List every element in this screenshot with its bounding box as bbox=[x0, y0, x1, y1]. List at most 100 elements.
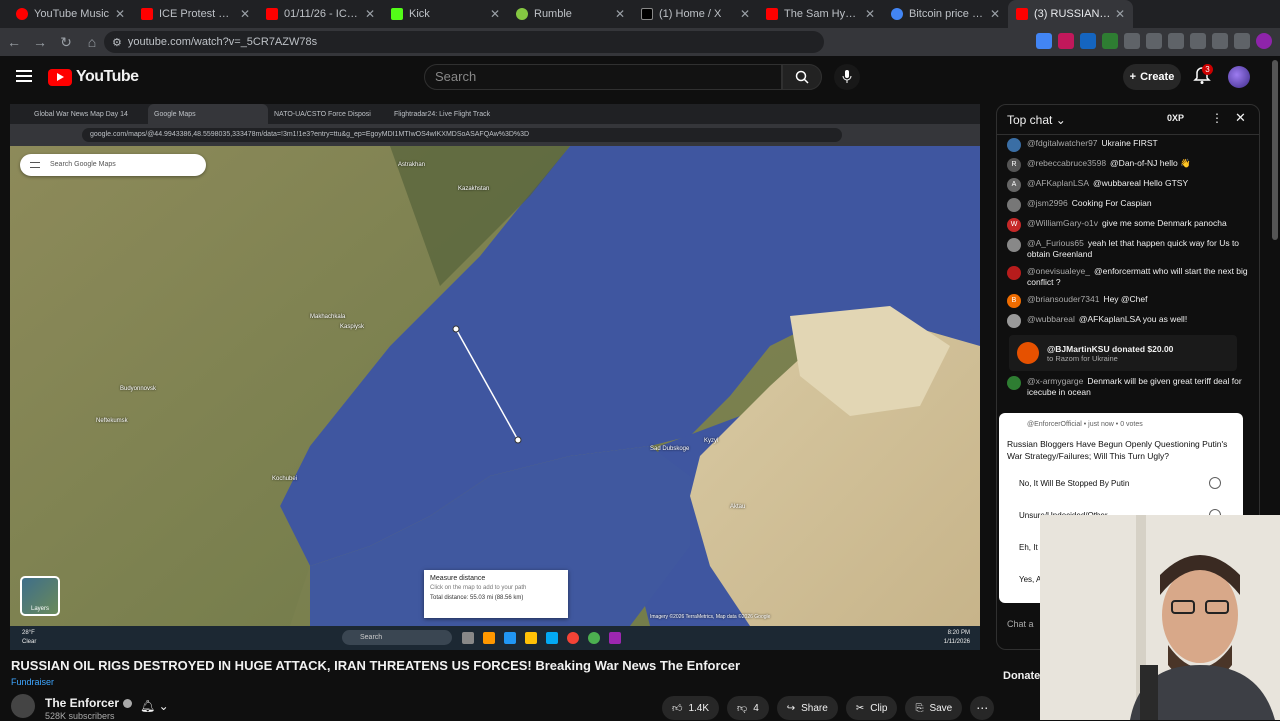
stream-address-bar: google.com/maps/@44.9943386,48.5598035,3… bbox=[82, 128, 842, 142]
chat-message: A @AFKaplanLSA @wubbareal Hello GTSY bbox=[997, 175, 1259, 195]
save-button[interactable]: ⎘ Save bbox=[905, 696, 963, 720]
extension-icon[interactable] bbox=[1036, 33, 1052, 49]
dislike-button[interactable]: 👎︎ 4 bbox=[727, 696, 769, 720]
chat-avatar bbox=[1007, 238, 1021, 252]
map-label: Astrakhan bbox=[398, 162, 426, 168]
taskbar-app-icon bbox=[525, 632, 537, 644]
browser-tab[interactable]: YouTube Music ✕ bbox=[8, 0, 133, 28]
browser-tab-active[interactable]: (3) RUSSIAN OIL✕ bbox=[1008, 0, 1133, 28]
chat-message: @A_Furious65 yeah let that happen quick w… bbox=[997, 235, 1259, 263]
chat-avatar: B bbox=[1007, 294, 1021, 308]
chat-avatar bbox=[1007, 266, 1021, 280]
google-icon bbox=[891, 8, 903, 20]
account-avatar[interactable] bbox=[1228, 66, 1250, 88]
extension-icon[interactable] bbox=[1102, 33, 1118, 49]
like-button[interactable]: 👍︎ 1.4K bbox=[662, 696, 720, 720]
thumbs-up-icon: 👍︎ bbox=[672, 703, 683, 714]
map-label: Neftekumsk bbox=[96, 418, 128, 424]
close-tab-icon[interactable]: ✕ bbox=[865, 7, 875, 21]
measure-distance-box: Measure distance Click on the map to add… bbox=[424, 570, 568, 618]
channel-avatar[interactable] bbox=[11, 694, 35, 718]
reload-icon[interactable]: ↻ bbox=[54, 30, 78, 54]
chat-message: R @rebeccabruce3598 @Dan-of-NJ hello 👋 bbox=[997, 155, 1259, 175]
youtube-logo[interactable]: YouTube bbox=[48, 68, 139, 86]
home-icon[interactable]: ⌂ bbox=[80, 30, 104, 54]
chevron-down-icon: ⌄ bbox=[158, 699, 169, 713]
close-tab-icon[interactable]: ✕ bbox=[1115, 7, 1125, 21]
map-label: Kaspiysk bbox=[340, 324, 365, 330]
chat-messages: @fdgitalwatcher97 Ukraine FIRST R @rebecca… bbox=[997, 135, 1259, 417]
more-actions-icon[interactable]: ⋯ bbox=[970, 696, 995, 720]
taskbar-weather: 28°F Clear bbox=[22, 630, 37, 645]
taskbar-app-icon bbox=[504, 632, 516, 644]
back-icon[interactable]: ← bbox=[2, 30, 26, 54]
taskbar-app-icon bbox=[462, 632, 474, 644]
voice-search-button[interactable] bbox=[834, 64, 860, 90]
xp-badge[interactable]: 0XP bbox=[1167, 113, 1184, 123]
extension-icon[interactable] bbox=[1190, 33, 1206, 49]
page-scrollbar[interactable] bbox=[1272, 60, 1278, 240]
chat-avatar bbox=[1007, 314, 1021, 328]
extension-icon[interactable] bbox=[1168, 33, 1184, 49]
address-bar[interactable]: ⚙ youtube.com/watch?v=_5CR7AZW78s bbox=[104, 31, 824, 53]
rumble-icon bbox=[516, 8, 528, 20]
video-actions: 👍︎ 1.4K 👎︎ 4 ↪ Share ✂ Clip ⎘ Save ⋯ bbox=[662, 696, 995, 720]
close-tab-icon[interactable]: ✕ bbox=[490, 7, 500, 21]
subscription-bell-button[interactable]: 🔔︎ ⌄ bbox=[140, 699, 169, 713]
profile-icon[interactable] bbox=[1256, 33, 1272, 49]
browser-tab[interactable]: The Sam Hyde Show✕ bbox=[758, 0, 883, 28]
close-chat-icon[interactable]: ✕ bbox=[1235, 110, 1246, 126]
search-button[interactable] bbox=[782, 64, 822, 90]
site-info-icon[interactable]: ⚙ bbox=[112, 36, 122, 49]
youtube-icon bbox=[266, 8, 278, 20]
poll-question: Russian Bloggers Have Begun Openly Quest… bbox=[1007, 439, 1228, 461]
chat-avatar bbox=[1007, 376, 1021, 390]
close-tab-icon[interactable]: ✕ bbox=[740, 7, 750, 21]
close-tab-icon[interactable]: ✕ bbox=[365, 7, 375, 21]
browser-tab[interactable]: (1) Home / X ✕ bbox=[633, 0, 758, 28]
map-label: Kochubei bbox=[272, 476, 298, 482]
browser-tab[interactable]: Bitcoin price today, B✕ bbox=[883, 0, 1008, 28]
extension-icon[interactable] bbox=[1234, 33, 1250, 49]
taskbar-icons bbox=[462, 632, 621, 644]
channel-name[interactable]: The Enforcer bbox=[45, 696, 133, 710]
video-title: RUSSIAN OIL RIGS DESTROYED IN HUGE ATTAC… bbox=[11, 658, 741, 673]
extension-icon[interactable] bbox=[1146, 33, 1162, 49]
chat-menu-icon[interactable]: ⋮ bbox=[1211, 111, 1223, 125]
close-tab-icon[interactable]: ✕ bbox=[615, 7, 625, 21]
menu-icon[interactable] bbox=[16, 70, 32, 82]
fundraiser-link[interactable]: Fundraiser bbox=[11, 677, 54, 687]
stream-tab-active: Google Maps bbox=[148, 104, 268, 124]
verified-icon bbox=[123, 699, 133, 709]
taskbar-app-icon bbox=[483, 632, 495, 644]
map-attribution: Imagery ©2026 TerraMetrics, Map data ©20… bbox=[650, 614, 771, 620]
radio-icon bbox=[1209, 477, 1221, 489]
browser-tab[interactable]: ICE Protest NYC L✕ bbox=[133, 0, 258, 28]
youtube-icon bbox=[1016, 8, 1028, 20]
search-input[interactable]: Search bbox=[424, 64, 782, 90]
extension-icon[interactable] bbox=[1124, 33, 1140, 49]
close-tab-icon[interactable]: ✕ bbox=[990, 7, 1000, 21]
share-button[interactable]: ↪ Share bbox=[776, 696, 838, 720]
taskbar-clock: 8:20 PM 1/11/2026 bbox=[943, 630, 970, 645]
close-tab-icon[interactable]: ✕ bbox=[240, 7, 250, 21]
browser-tab[interactable]: Kick ✕ bbox=[383, 0, 508, 28]
close-tab-icon[interactable]: ✕ bbox=[115, 7, 125, 21]
browser-toolbar: ← → ↻ ⌂ ⚙ youtube.com/watch?v=_5CR7AZW78… bbox=[0, 28, 1280, 56]
search-icon bbox=[795, 70, 809, 84]
video-player[interactable]: Global War News Map Day 14 Google Maps N… bbox=[10, 104, 980, 650]
extension-icon[interactable] bbox=[1212, 33, 1228, 49]
chat-mode-dropdown[interactable]: Top chat ⌄ bbox=[1007, 113, 1066, 127]
browser-tab[interactable]: Rumble ✕ bbox=[508, 0, 633, 28]
plus-icon: + bbox=[1129, 71, 1137, 83]
extension-icon[interactable] bbox=[1058, 33, 1074, 49]
poll-option[interactable]: No, It Will Be Stopped By Putin bbox=[1007, 472, 1235, 494]
clip-button[interactable]: ✂ Clip bbox=[845, 696, 898, 720]
scissors-icon: ✂ bbox=[855, 702, 865, 714]
forward-icon[interactable]: → bbox=[28, 30, 52, 54]
extension-icon[interactable] bbox=[1080, 33, 1096, 49]
create-button[interactable]: + Create bbox=[1123, 64, 1181, 90]
chat-message: @fdgitalwatcher97 Ukraine FIRST bbox=[997, 135, 1259, 155]
browser-tab[interactable]: 01/11/26 - ICE Shooti✕ bbox=[258, 0, 383, 28]
chat-avatar: A bbox=[1007, 178, 1021, 192]
